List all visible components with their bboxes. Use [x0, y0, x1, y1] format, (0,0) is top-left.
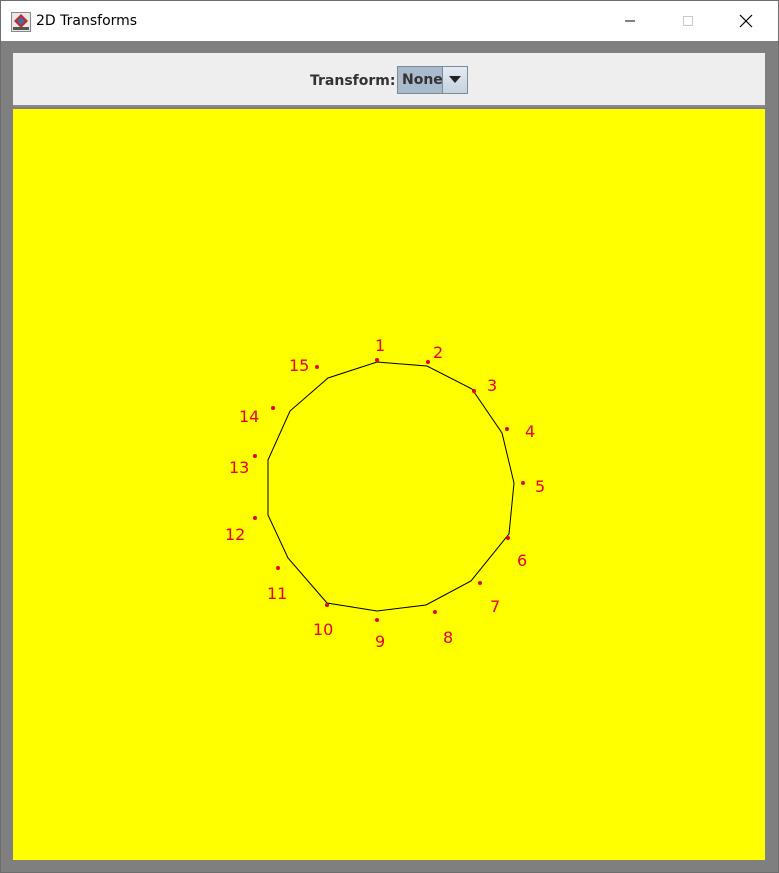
- point-marker: [325, 603, 329, 607]
- window-title: 2D Transforms: [36, 13, 138, 29]
- point-marker: [271, 406, 275, 410]
- maximize-icon: [683, 16, 693, 26]
- point-marker: [521, 481, 525, 485]
- minimize-button[interactable]: [601, 1, 659, 41]
- point-label: 2: [433, 343, 443, 362]
- close-icon: [739, 14, 753, 28]
- point-label: 14: [239, 407, 259, 426]
- point-label: 1: [375, 336, 385, 355]
- point-label: 6: [517, 551, 527, 570]
- point-label: 11: [267, 584, 287, 603]
- point-marker: [472, 389, 476, 393]
- point-marker: [253, 454, 257, 458]
- point-label: 15: [289, 356, 309, 375]
- point-marker: [315, 365, 319, 369]
- point-marker: [253, 516, 257, 520]
- point-label: 8: [443, 628, 453, 647]
- triangle-down-icon: [449, 76, 461, 83]
- transform-label: Transform:: [310, 73, 396, 89]
- point-label: 9: [375, 632, 385, 651]
- java-app-icon: [11, 12, 31, 32]
- combo-dropdown-button[interactable]: [443, 67, 467, 93]
- transform-combobox[interactable]: None: [397, 66, 468, 94]
- point-marker: [276, 566, 280, 570]
- toolbar: Transform: None: [13, 53, 765, 107]
- point-marker: [426, 360, 430, 364]
- point-marker: [375, 618, 379, 622]
- point-marker: [433, 610, 437, 614]
- maximize-button[interactable]: [659, 1, 717, 41]
- title-bar[interactable]: 2D Transforms: [1, 1, 778, 41]
- point-label: 10: [313, 620, 333, 639]
- point-label: 13: [229, 458, 249, 477]
- point-label: 12: [225, 525, 245, 544]
- point-marker: [506, 536, 510, 540]
- point-label: 4: [525, 422, 535, 441]
- drawing-canvas[interactable]: 1 2 3 4 5 6 7 8 9 10 11 12 13 14 15: [13, 109, 765, 860]
- close-button[interactable]: [717, 1, 775, 41]
- point-label: 3: [487, 376, 497, 395]
- point-label: 7: [490, 597, 500, 616]
- point-marker: [375, 358, 379, 362]
- point-label: 5: [535, 477, 545, 496]
- polygon-drawing: 1 23456789101112131415: [225, 336, 545, 651]
- point-marker: [478, 581, 482, 585]
- content-pane: Transform: None 1 2 3 4 5 6 7 8 9 10 11 12 13 14 15: [13, 53, 765, 861]
- minimize-icon: [625, 20, 635, 22]
- app-window: 2D Transforms Transform: None 1 2 3 4 5 …: [0, 0, 779, 873]
- polygon-outline: [267, 361, 515, 612]
- transform-selected-value: None: [398, 67, 443, 93]
- point-marker: [505, 427, 509, 431]
